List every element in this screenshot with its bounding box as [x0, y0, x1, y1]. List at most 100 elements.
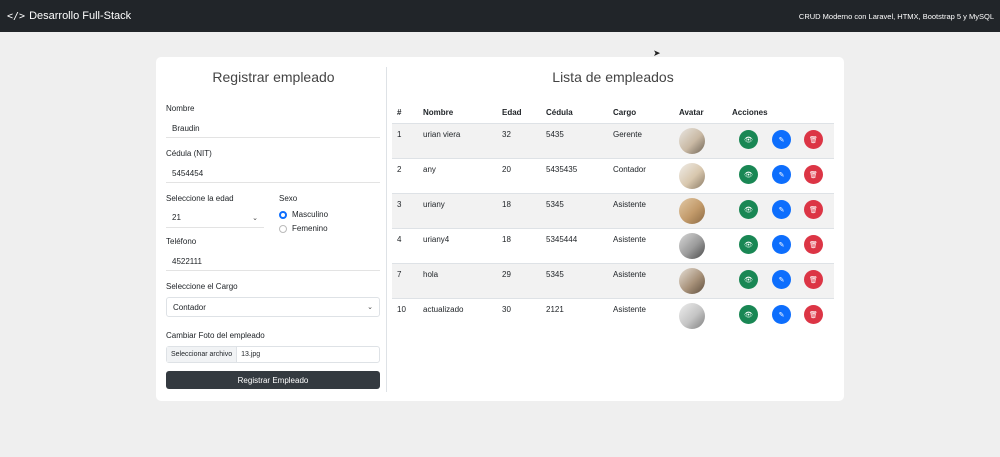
view-icon: 👁 [744, 206, 753, 214]
cell-edad: 20 [502, 165, 511, 174]
header-cedula: Cédula [546, 108, 573, 117]
cedula-input[interactable]: 5454454 [166, 163, 380, 183]
header-edad: Edad [502, 108, 522, 117]
avatar [679, 233, 705, 259]
telefono-input[interactable]: 4522111 [166, 251, 380, 271]
sexo-label: Sexo [279, 194, 298, 203]
cell-cedula: 5345 [546, 270, 564, 279]
delete-icon: 🗑 [809, 136, 818, 144]
cell-edad: 29 [502, 270, 511, 279]
view-button[interactable]: 👁 [739, 270, 758, 289]
radio-femenino[interactable]: Femenino [279, 224, 328, 233]
delete-button[interactable]: 🗑 [804, 270, 823, 289]
avatar [679, 128, 705, 154]
table-row: 4 uriany4 18 5345444 Asistente 👁 ✎ 🗑 [392, 228, 834, 263]
table-row: 10 actualizado 30 2121 Asistente 👁 ✎ 🗑 [392, 298, 834, 333]
cell-id: 2 [397, 165, 402, 174]
cedula-label: Cédula (NIT) [166, 149, 212, 158]
masculino-label: Masculino [292, 210, 329, 219]
edad-select[interactable]: 21 ⌄ [166, 208, 264, 228]
radio-unchecked-icon [279, 224, 287, 233]
nombre-input[interactable]: Braudin [166, 118, 380, 138]
main-card: Registrar empleado Nombre Braudin Cédula… [156, 57, 844, 401]
register-button[interactable]: Registrar Empleado [166, 371, 380, 389]
radio-masculino[interactable]: Masculino [279, 210, 328, 219]
view-button[interactable]: 👁 [739, 165, 758, 184]
avatar [679, 303, 705, 329]
column-divider [386, 67, 387, 392]
cell-nombre: urian viera [423, 130, 461, 139]
header-acciones: Acciones [732, 108, 768, 117]
view-icon: 👁 [744, 241, 753, 249]
cell-nombre: actualizado [423, 305, 464, 314]
delete-icon: 🗑 [809, 241, 818, 249]
view-icon: 👁 [744, 171, 753, 179]
delete-button[interactable]: 🗑 [804, 200, 823, 219]
table-body: 1 urian viera 32 5435 Gerente 👁 ✎ 🗑 2 any 20 543543… [392, 123, 834, 333]
view-icon: 👁 [744, 311, 753, 319]
table-row: 3 uriany 18 5345 Asistente 👁 ✎ 🗑 [392, 193, 834, 228]
cell-cedula: 5345 [546, 200, 564, 209]
cell-edad: 32 [502, 130, 511, 139]
edad-label: Seleccione la edad [166, 194, 234, 203]
cell-cargo: Gerente [613, 130, 642, 139]
delete-button[interactable]: 🗑 [804, 235, 823, 254]
cell-nombre: uriany [423, 200, 445, 209]
edit-button[interactable]: ✎ [772, 305, 791, 324]
navbar-brand[interactable]: </> Desarrollo Full-Stack [7, 10, 131, 22]
cell-cargo: Contador [613, 165, 646, 174]
delete-icon: 🗑 [809, 206, 818, 214]
delete-icon: 🗑 [809, 311, 818, 319]
cell-id: 4 [397, 235, 402, 244]
edit-button[interactable]: ✎ [772, 200, 791, 219]
file-name: 13.jpg [241, 351, 261, 358]
header-avatar: Avatar [679, 108, 704, 117]
femenino-label: Femenino [292, 224, 328, 233]
cargo-value: Contador [173, 302, 206, 312]
edit-button[interactable]: ✎ [772, 235, 791, 254]
view-button[interactable]: 👁 [739, 200, 758, 219]
cargo-select[interactable]: Contador ⌄ [166, 297, 380, 317]
view-icon: 👁 [744, 276, 753, 284]
choose-file-button[interactable]: Seleccionar archivo [167, 347, 238, 362]
cell-edad: 18 [502, 235, 511, 244]
view-button[interactable]: 👁 [739, 235, 758, 254]
navbar-subtitle: CRUD Moderno con Laravel, HTMX, Bootstra… [798, 11, 994, 21]
cell-id: 7 [397, 270, 402, 279]
table-row: 7 hola 29 5345 Asistente 👁 ✎ 🗑 [392, 263, 834, 298]
foto-file-input[interactable]: Seleccionar archivo 13.jpg [166, 346, 380, 363]
delete-button[interactable]: 🗑 [804, 305, 823, 324]
cell-cedula: 5435435 [546, 165, 578, 174]
telefono-label: Teléfono [166, 237, 197, 246]
view-button[interactable]: 👁 [739, 305, 758, 324]
code-icon: </> [7, 10, 26, 22]
header-nombre: Nombre [423, 108, 454, 117]
cell-nombre: hola [423, 270, 439, 279]
edit-button[interactable]: ✎ [772, 165, 791, 184]
cell-cedula: 5435 [546, 130, 564, 139]
cell-id: 1 [397, 130, 402, 139]
view-button[interactable]: 👁 [739, 130, 758, 149]
table-row: 1 urian viera 32 5435 Gerente 👁 ✎ 🗑 [392, 123, 834, 158]
edit-button[interactable]: ✎ [772, 270, 791, 289]
cell-id: 10 [397, 305, 406, 314]
edit-icon: ✎ [778, 276, 785, 284]
cell-edad: 18 [502, 200, 511, 209]
edit-icon: ✎ [778, 241, 785, 249]
cell-cedula: 2121 [546, 305, 564, 314]
navbar: </> Desarrollo Full-Stack CRUD Moderno c… [0, 0, 1000, 32]
register-form: Registrar empleado Nombre Braudin Cédula… [166, 57, 381, 401]
cell-cargo: Asistente [613, 305, 646, 314]
avatar [679, 163, 705, 189]
header-id: # [397, 108, 402, 117]
avatar [679, 268, 705, 294]
list-title: Lista de empleados [552, 69, 674, 85]
radio-checked-icon [279, 210, 287, 219]
delete-button[interactable]: 🗑 [804, 165, 823, 184]
chevron-down-icon: ⌄ [367, 304, 373, 311]
delete-button[interactable]: 🗑 [804, 130, 823, 149]
edit-icon: ✎ [778, 206, 785, 214]
cargo-label: Seleccione el Cargo [166, 282, 238, 291]
edit-button[interactable]: ✎ [772, 130, 791, 149]
table-row: 2 any 20 5435435 Contador 👁 ✎ 🗑 [392, 158, 834, 193]
